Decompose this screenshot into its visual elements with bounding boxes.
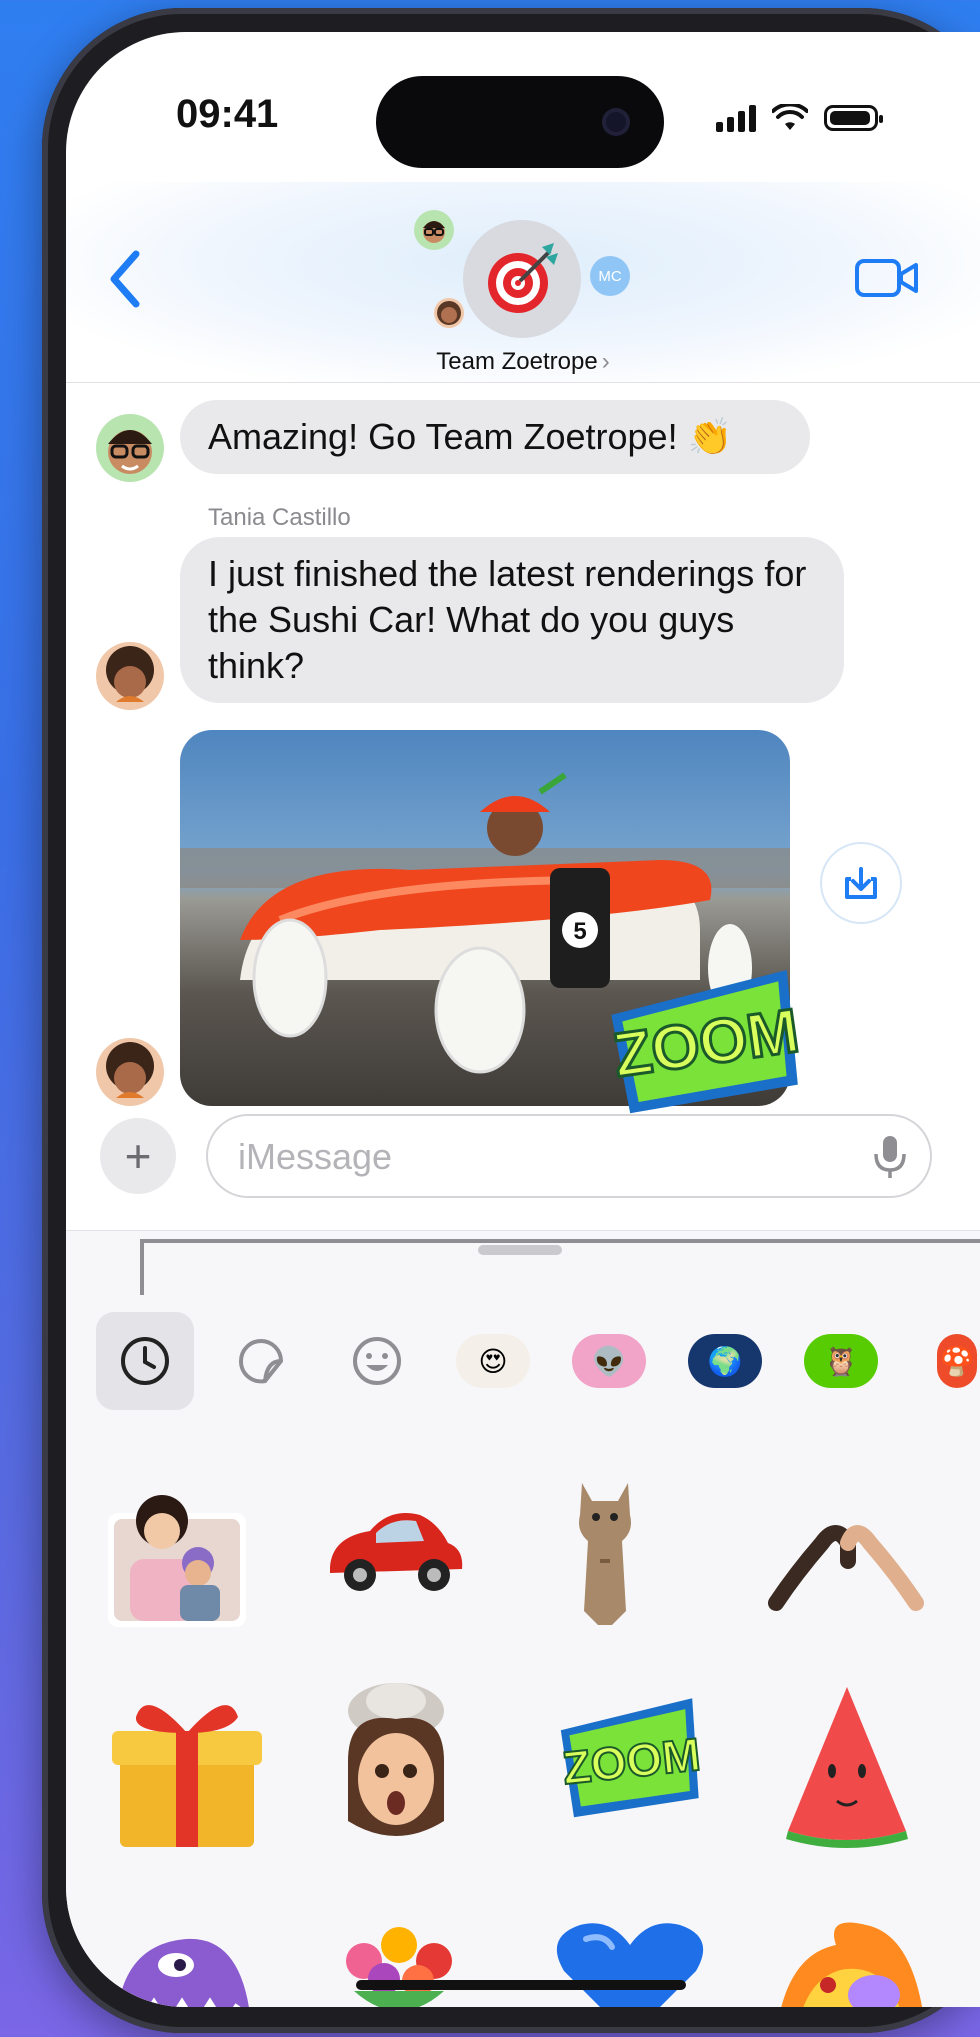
app-pink-icon: 👽 (572, 1334, 646, 1388)
gift-sticker[interactable] (106, 1687, 268, 1853)
zoom-small-sticker[interactable]: ZOOM (550, 1689, 712, 1824)
blue-heart-sticker[interactable] (550, 1917, 710, 2007)
mind-blown-memoji-sticker[interactable] (326, 1671, 466, 1851)
group-avatar[interactable] (463, 220, 581, 338)
messages-screen: 09:41 MC Team Zoetrope › Amazing! Go Tea… (66, 32, 980, 2007)
dynamic-island (376, 76, 664, 168)
heart-hands-sticker[interactable] (766, 1503, 926, 1613)
clock-icon (121, 1337, 169, 1385)
sticker-drawer: 😍 👽 🌍 🦉 🍄 ZOOM (66, 1230, 980, 2007)
app-tab-red[interactable]: 🍄 (908, 1312, 980, 1410)
app-tab-owl[interactable]: 🦉 (792, 1312, 890, 1410)
avatar[interactable] (96, 1038, 164, 1106)
message-input[interactable] (236, 1132, 820, 1182)
microphone-icon[interactable] (872, 1134, 908, 1180)
member-avatar-small (434, 298, 464, 328)
status-time: 09:41 (176, 92, 279, 136)
recents-tab[interactable] (96, 1312, 194, 1410)
red-car-sticker[interactable] (320, 1497, 470, 1607)
battery-icon (824, 105, 883, 131)
emoji-tab[interactable] (328, 1312, 426, 1410)
avatar[interactable] (96, 642, 164, 710)
stickers-tab[interactable] (212, 1312, 310, 1410)
flowers-sticker[interactable] (324, 1921, 474, 2007)
wifi-icon (772, 104, 808, 130)
save-photo-button[interactable] (822, 844, 900, 922)
chevron-right-icon: › (601, 348, 610, 375)
dart-target-icon (488, 243, 558, 313)
download-tray-icon (845, 867, 877, 899)
monster-sticker[interactable] (106, 1925, 256, 2007)
signal-icon (716, 104, 756, 132)
sticker-app-tray: 😍 👽 🌍 🦉 🍄 (96, 1311, 980, 1411)
avatar[interactable] (96, 414, 164, 482)
family-photo-sticker[interactable] (102, 1477, 252, 1633)
chevron-left-icon[interactable] (102, 244, 152, 314)
home-indicator[interactable] (356, 1980, 686, 1990)
app-red-icon: 🍄 (937, 1334, 977, 1388)
smiley-icon (353, 1337, 401, 1385)
app-duo-owl-icon: 🦉 (804, 1334, 878, 1388)
group-name-link[interactable]: Team Zoetrope › (66, 348, 980, 376)
watermelon-sticker[interactable] (782, 1681, 912, 1851)
app-tab-pink[interactable]: 👽 (560, 1312, 658, 1410)
message-bubble[interactable]: Amazing! Go Team Zoetrope! 👏 (180, 400, 810, 474)
kitten-sticker[interactable] (560, 1471, 650, 1631)
member-initials-badge: MC (590, 256, 630, 296)
status-icons (716, 100, 883, 136)
plus-button[interactable]: + (100, 1118, 176, 1194)
group-name: Team Zoetrope (436, 348, 598, 375)
app-globe-icon: 🌍 (688, 1334, 762, 1388)
message-composer (206, 1114, 932, 1198)
message-bubble[interactable]: I just finished the latest renderings fo… (180, 537, 844, 703)
fire-creature-sticker[interactable] (766, 1915, 936, 2007)
member-avatar-memoji (414, 210, 454, 250)
sticker-peel-icon (238, 1339, 284, 1384)
camera-icon (602, 108, 630, 136)
memoji-tab[interactable]: 😍 (444, 1312, 542, 1410)
memoji-icon: 😍 (456, 1334, 530, 1388)
zoom-sticker[interactable]: ZOOM (597, 959, 815, 1125)
video-camera-icon[interactable] (854, 254, 920, 302)
sender-name: Tania Castillo (208, 504, 351, 531)
status-bar: 09:41 (66, 32, 980, 172)
app-tab-globe[interactable]: 🌍 (676, 1312, 774, 1410)
car-number: 5 (573, 918, 586, 945)
conversation-header: MC Team Zoetrope › (66, 182, 980, 383)
drawer-grabber[interactable] (478, 1245, 562, 1255)
